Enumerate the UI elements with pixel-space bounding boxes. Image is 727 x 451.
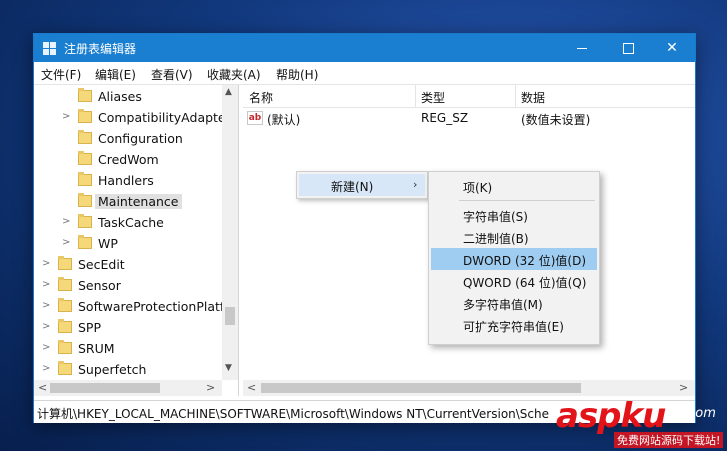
menu-item-binary-value[interactable]: 二进制值(B): [431, 226, 597, 248]
folder-icon: [78, 235, 92, 249]
expand-arrow-icon[interactable]: >: [42, 258, 52, 269]
menu-item-dword-value[interactable]: DWORD (32 位)值(D): [431, 248, 597, 270]
value-type: REG_SZ: [421, 111, 469, 125]
folder-icon: [78, 151, 92, 165]
folder-icon: [58, 361, 72, 375]
tree-item[interactable]: > SRUM: [34, 339, 224, 359]
tree-item[interactable]: > Sensor: [34, 276, 224, 296]
folder-icon: [58, 256, 72, 270]
expand-arrow-icon[interactable]: >: [62, 111, 72, 122]
expand-arrow-icon[interactable]: >: [42, 321, 52, 332]
new-submenu: 项(K) 字符串值(S) 二进制值(B) DWORD (32 位)值(D) QW…: [428, 171, 600, 345]
expand-arrow-icon[interactable]: >: [42, 279, 52, 290]
context-menu: 新建(N) ›: [296, 171, 428, 199]
folder-icon: [78, 130, 92, 144]
expand-arrow-icon[interactable]: >: [42, 300, 52, 311]
expand-arrow-icon[interactable]: >: [42, 342, 52, 353]
menu-view[interactable]: 查看(V): [151, 66, 193, 83]
menu-item-multi-string-value[interactable]: 多字符串值(M): [431, 292, 597, 314]
string-value-icon: ab: [247, 111, 263, 125]
column-header-name[interactable]: 名称: [249, 89, 273, 106]
watermark-tagline: 免费网站源码下载站!: [614, 432, 724, 448]
list-horizontal-scrollbar[interactable]: < >: [243, 380, 695, 396]
registry-tree[interactable]: Aliases > CompatibilityAdapte Configurat…: [34, 85, 239, 396]
scroll-thumb[interactable]: [225, 307, 235, 325]
tree-item[interactable]: CredWom: [34, 150, 224, 170]
scroll-down-icon[interactable]: ▼: [225, 363, 232, 373]
scroll-right-icon[interactable]: >: [206, 381, 215, 394]
minimize-icon: [577, 47, 587, 49]
tree-horizontal-scrollbar[interactable]: < >: [34, 380, 222, 396]
menu-item-expandable-string-value[interactable]: 可扩充字符串值(E): [431, 314, 597, 336]
title-bar[interactable]: 注册表编辑器 ✕: [34, 34, 695, 62]
close-button[interactable]: ✕: [649, 34, 695, 62]
scroll-thumb[interactable]: [50, 383, 160, 393]
folder-icon: [78, 172, 92, 186]
tree-item[interactable]: > CompatibilityAdapte: [34, 108, 226, 128]
menu-item-new[interactable]: 新建(N) ›: [299, 174, 425, 196]
menu-item-qword-value[interactable]: QWORD (64 位)值(Q): [431, 270, 597, 292]
tree-item-selected[interactable]: Maintenance: [34, 192, 224, 212]
scroll-left-icon[interactable]: <: [38, 381, 47, 394]
scroll-left-icon[interactable]: <: [247, 381, 256, 394]
tree-item[interactable]: Handlers: [34, 171, 224, 191]
folder-icon: [58, 277, 72, 291]
watermark-logo: aspku: [556, 396, 666, 436]
scroll-thumb[interactable]: [261, 383, 581, 393]
table-row[interactable]: ab (默认) REG_SZ (数值未设置): [243, 109, 695, 127]
value-name: (默认): [267, 113, 301, 127]
watermark: aspku .com 免费网站源码下载站!: [556, 396, 726, 448]
menu-item-string-value[interactable]: 字符串值(S): [431, 204, 597, 226]
folder-icon: [58, 340, 72, 354]
list-header: 名称 类型 数据: [243, 85, 695, 108]
folder-icon: [78, 88, 92, 102]
tree-item[interactable]: > SPP: [34, 318, 224, 338]
tree-item[interactable]: > WP: [34, 234, 224, 254]
tree-item[interactable]: > TaskCache: [34, 213, 224, 233]
registry-path: 计算机\HKEY_LOCAL_MACHINE\SOFTWARE\Microsof…: [37, 407, 550, 421]
column-header-type[interactable]: 类型: [421, 89, 445, 106]
scroll-up-icon[interactable]: ▲: [225, 87, 232, 97]
tree-item[interactable]: > SecEdit: [34, 255, 224, 275]
registry-editor-app-icon: [43, 42, 57, 56]
menu-separator: [459, 200, 595, 201]
menu-favorites[interactable]: 收藏夹(A): [207, 66, 261, 83]
minimize-button[interactable]: [559, 34, 605, 62]
expand-arrow-icon[interactable]: >: [62, 237, 72, 248]
value-data: (数值未设置): [521, 113, 591, 127]
close-icon: ✕: [666, 40, 678, 56]
folder-icon: [78, 214, 92, 228]
maximize-button[interactable]: [605, 34, 651, 62]
folder-icon: [58, 298, 72, 312]
folder-icon: [78, 109, 92, 123]
expand-arrow-icon[interactable]: >: [62, 216, 72, 227]
window-title: 注册表编辑器: [64, 42, 137, 56]
folder-icon: [58, 319, 72, 333]
tree-item[interactable]: Aliases: [34, 87, 224, 107]
column-header-data[interactable]: 数据: [521, 89, 545, 106]
tree-item[interactable]: > Superfetch: [34, 360, 224, 380]
expand-arrow-icon[interactable]: >: [42, 363, 52, 374]
maximize-icon: [622, 42, 634, 54]
menu-help[interactable]: 帮助(H): [276, 66, 318, 83]
menu-bar: 文件(F) 编辑(E) 查看(V) 收藏夹(A) 帮助(H): [34, 62, 695, 85]
tree-vertical-scrollbar[interactable]: ▲ ▼: [222, 85, 238, 380]
watermark-domain: .com: [684, 406, 716, 421]
scroll-right-icon[interactable]: >: [679, 381, 688, 394]
menu-item-key[interactable]: 项(K): [431, 175, 597, 197]
menu-file[interactable]: 文件(F): [41, 66, 81, 83]
menu-edit[interactable]: 编辑(E): [95, 66, 136, 83]
tree-item[interactable]: > SoftwareProtectionPlatf: [34, 297, 224, 317]
chevron-right-icon: ›: [413, 178, 418, 191]
tree-item[interactable]: Configuration: [34, 129, 224, 149]
folder-icon: [78, 193, 92, 207]
